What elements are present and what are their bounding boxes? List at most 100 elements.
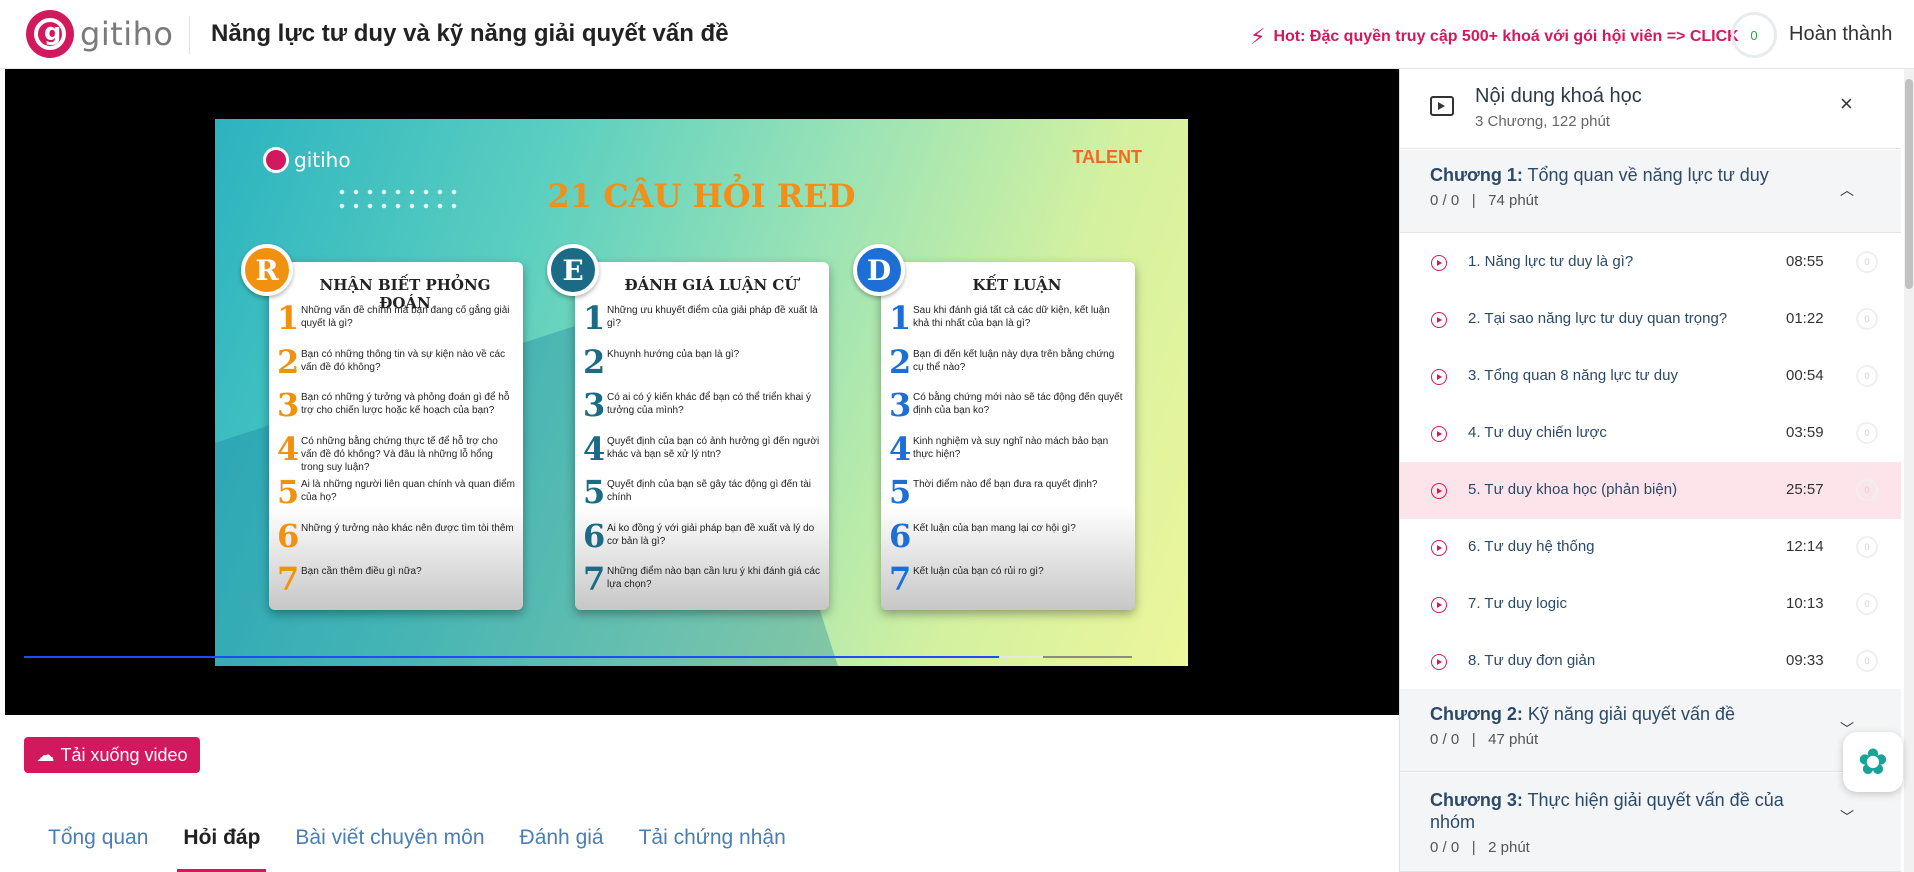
slide-logo-icon — [263, 147, 289, 173]
lesson-completion-indicator[interactable]: 0 — [1856, 593, 1878, 615]
tab-overview[interactable]: Tổng quan — [48, 826, 148, 872]
lesson-item[interactable]: 2. Tại sao năng lực tư duy quan trọng? 01… — [1400, 291, 1901, 348]
scrollbar-thumb[interactable] — [1905, 79, 1913, 289]
chapter-1[interactable]: Chương 1: Tổng quan về năng lực tư duy 0… — [1400, 150, 1901, 233]
lesson-item[interactable]: 5. Tư duy khoa học (phản biện) 25:57 0 — [1400, 462, 1901, 519]
card-d: D KẾT LUẬN 1 Sau khi đánh giá tất cả các … — [853, 244, 1135, 610]
card-r: R NHẬN BIẾT PHỎNG ĐOÁN 1 Những vấn đề chí… — [241, 244, 523, 610]
logo-text: gitiho — [80, 15, 174, 53]
lesson-completion-indicator[interactable]: 0 — [1856, 365, 1878, 387]
slide-gitiho-logo: gitiho — [263, 147, 351, 173]
tab-reviews[interactable]: Đánh giá — [520, 826, 604, 872]
question-number: 5 — [583, 473, 606, 511]
tab-certificate[interactable]: Tải chứng nhận — [639, 826, 786, 872]
question-text: Bạn có những thông tin và sự kiện nào về… — [301, 348, 506, 373]
question-number: 6 — [583, 516, 606, 555]
question-text: Thời điểm nào để bạn đưa ra quyết định? — [913, 479, 1098, 490]
question-item: 2 Bạn có những thông tin và sự kiện nào v… — [277, 346, 515, 390]
chapter-1-duration: 74 phút — [1488, 192, 1539, 209]
chevron-down-icon[interactable]: ﹀ — [1840, 807, 1854, 827]
tab-articles[interactable]: Bài viết chuyên môn — [295, 826, 484, 872]
lesson-completion-indicator[interactable]: 0 — [1856, 422, 1878, 444]
chapter-3[interactable]: Chương 3: Thực hiện giải quyết vấn đề củ… — [1400, 773, 1901, 872]
lesson-item[interactable]: 6. Tư duy hệ thống 12:14 0 — [1400, 519, 1901, 576]
meta-separator: | — [1471, 839, 1476, 856]
page-scrollbar[interactable] — [1904, 69, 1914, 872]
card-e: E ĐÁNH GIÁ LUẬN CỨ 1 Những ưu khuyết điểm… — [547, 244, 829, 610]
chapter-3-title: Chương 3: Thực hiện giải quyết vấn đề củ… — [1430, 789, 1830, 833]
lesson-completion-indicator[interactable]: 0 — [1856, 251, 1878, 273]
chapter-3-progress: 0 / 0 — [1430, 839, 1460, 856]
top-header: gitiho Năng lực tư duy và kỹ năng giải q… — [0, 0, 1914, 69]
progress-circle: 0 — [1731, 12, 1777, 58]
lesson-item[interactable]: 7. Tư duy logic 10:13 0 — [1400, 576, 1901, 633]
chevron-up-icon[interactable]: ︿ — [1840, 180, 1854, 200]
play-circle-icon — [1431, 369, 1447, 385]
question-number: 3 — [277, 386, 300, 424]
chatbot-icon[interactable]: ✿ — [1843, 732, 1903, 792]
lesson-completion-indicator[interactable]: 0 — [1856, 308, 1878, 330]
download-video-button[interactable]: ☁ Tải xuống video — [24, 737, 200, 773]
progress-label: Hoàn thành — [1789, 23, 1893, 45]
lesson-duration: 12:14 — [1786, 538, 1824, 555]
question-text: Bạn có những ý tưởng và phỏng đoán gì để… — [301, 392, 510, 416]
video-played-bar — [24, 656, 1000, 658]
lesson-duration: 08:55 — [1786, 253, 1824, 270]
question-text: Những ý tưởng nào khác nên được tìm tòi … — [301, 522, 514, 534]
lesson-item[interactable]: 3. Tổng quan 8 năng lực tư duy 00:54 0 — [1400, 348, 1901, 405]
sidebar-title: Nội dung khoá học — [1475, 85, 1642, 107]
video-progress-bar[interactable] — [24, 656, 1132, 658]
hot-promo-link[interactable]: ⚡ Hot: Đặc quyền truy cập 500+ khoá với … — [1250, 24, 1739, 50]
question-number: 4 — [889, 429, 912, 468]
question-item: 3 Có ai có ý kiến khác để bạn có thể triể… — [583, 389, 821, 433]
hot-promo-text: Hot: Đặc quyền truy cập 500+ khoá với gó… — [1273, 28, 1739, 45]
gitiho-logo-icon — [26, 10, 74, 58]
bolt-icon: ⚡ — [1250, 24, 1266, 49]
question-item: 6 Ai ko đồng ý với giải pháp bạn đề xuất … — [583, 520, 821, 564]
question-number: 5 — [277, 473, 300, 511]
question-text: Những vấn đề chính mà bạn đang cố gắng g… — [301, 305, 510, 329]
chapter-1-meta: 0 / 0 | 74 phút — [1430, 192, 1538, 209]
question-number: 4 — [583, 429, 606, 468]
lesson-item[interactable]: 4. Tư duy chiến lược 03:59 0 — [1400, 405, 1901, 462]
close-icon[interactable]: × — [1840, 91, 1853, 117]
lesson-item[interactable]: 8. Tư duy đơn giản 09:33 0 — [1400, 633, 1901, 690]
cloud-download-icon: ☁ — [36, 744, 55, 765]
lesson-title: 7. Tư duy logic — [1468, 595, 1567, 612]
slide-title: 21 CÂU HỎI RED — [547, 177, 856, 215]
question-text: Kinh nghiệm và suy nghĩ nào mách bảo bạn… — [913, 435, 1109, 460]
play-circle-icon — [1431, 654, 1447, 670]
slide-logo-text: gitiho — [294, 148, 351, 172]
tab-qa[interactable]: Hỏi đáp — [177, 826, 267, 872]
play-circle-icon — [1431, 540, 1447, 556]
play-circle-icon — [1431, 426, 1447, 442]
question-item: 1 Sau khi đánh giá tất cả các dữ kiện, kế… — [889, 302, 1127, 346]
question-text: Sau khi đánh giá tất cả các dữ kiện, kết… — [913, 305, 1110, 329]
video-player[interactable]: gitiho TALENT 21 CÂU HỎI RED R NHẬN BIẾT… — [5, 69, 1399, 715]
question-text: Kết luận của bạn có rủi ro gì? — [913, 566, 1044, 577]
card-r-badge: R — [241, 244, 293, 296]
question-item: 5 Ai là những người liên quan chính và qu… — [277, 476, 515, 520]
question-item: 3 Bạn có những ý tưởng và phỏng đoán gì đ… — [277, 389, 515, 433]
question-item: 1 Những ưu khuyết điểm của giải pháp đề x… — [583, 302, 821, 346]
question-text: Quyết định của bạn sẽ gây tác động gì đế… — [607, 479, 812, 503]
card-e-questions: 1 Những ưu khuyết điểm của giải pháp đề x… — [583, 302, 821, 607]
question-number: 4 — [277, 429, 300, 468]
chapter-2[interactable]: Chương 2: Kỹ năng giải quyết vấn đề 0 / … — [1400, 689, 1901, 772]
lesson-completion-indicator[interactable]: 0 — [1856, 479, 1878, 501]
lesson-item[interactable]: 1. Năng lực tư duy là gì? 08:55 0 — [1400, 234, 1901, 291]
question-item: 5 Quyết định của bạn sẽ gây tác động gì đ… — [583, 476, 821, 520]
header-divider — [189, 16, 190, 54]
question-item: 7 Kết luận của bạn có rủi ro gì? — [889, 563, 1127, 607]
gitiho-logo[interactable]: gitiho — [26, 10, 174, 58]
lesson-duration: 25:57 — [1786, 481, 1824, 498]
question-number: 2 — [583, 342, 606, 381]
question-number: 7 — [889, 560, 912, 598]
question-number: 5 — [889, 473, 912, 511]
question-number: 3 — [583, 386, 606, 424]
lesson-completion-indicator[interactable]: 0 — [1856, 650, 1878, 672]
chapter-2-title: Chương 2: Kỹ năng giải quyết vấn đề — [1430, 703, 1830, 725]
question-text: Bạn cần thêm điều gì nữa? — [301, 566, 422, 577]
content-tabs: Tổng quan Hỏi đáp Bài viết chuyên môn Đá… — [48, 826, 821, 872]
lesson-completion-indicator[interactable]: 0 — [1856, 536, 1878, 558]
